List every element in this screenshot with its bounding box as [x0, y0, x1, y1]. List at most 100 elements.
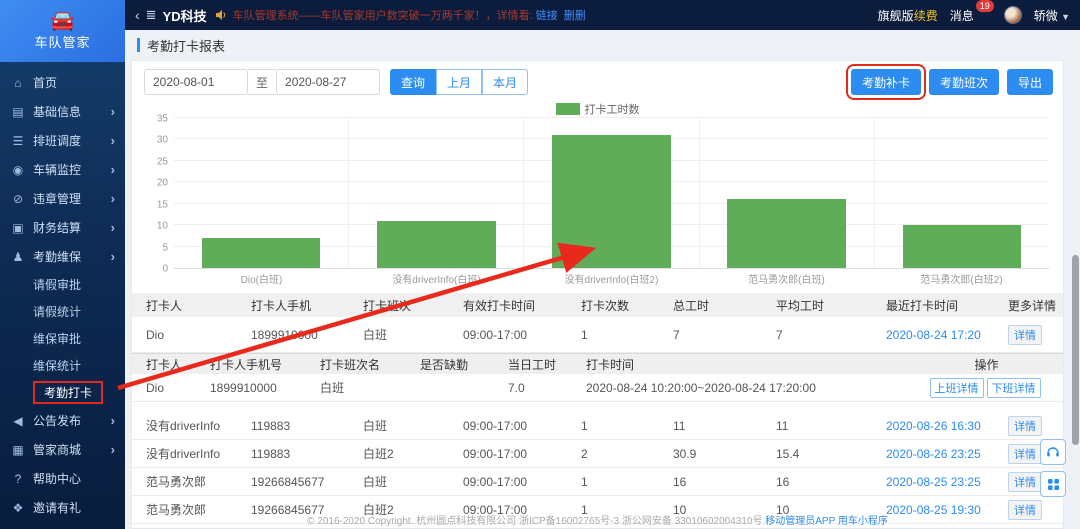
sidebar-item-考勤维保[interactable]: ♟考勤维保›	[0, 242, 125, 271]
app-logo[interactable]: 🚘 车队管家	[0, 0, 125, 62]
date-from-input[interactable]	[144, 69, 248, 95]
sidebar-item-财务结算[interactable]: ▣财务结算›	[0, 213, 125, 242]
cell-name: 没有driverInfo	[146, 417, 251, 434]
sidebar-item-label: 帮助中心	[33, 470, 115, 487]
sub-col-header: 打卡班次名	[320, 356, 420, 373]
chart-category-slot	[174, 119, 349, 268]
clock-out-detail-button[interactable]: 下班详情	[987, 378, 1041, 398]
announcement-extra-link[interactable]: 删删	[564, 10, 586, 22]
cell-last[interactable]: 2020-08-26 16:30	[886, 419, 1008, 433]
sidebar-item-基础信息[interactable]: ▤基础信息›	[0, 97, 125, 126]
customer-service-button[interactable]	[1040, 439, 1066, 465]
sub-cell-time: 2020-08-24 10:20:00~2020-08-24 17:20:00	[586, 381, 916, 395]
vertical-scrollbar[interactable]	[1071, 30, 1080, 529]
this-month-button[interactable]: 本月	[482, 69, 528, 95]
filter-toolbar: 至 查询 上月 本月 考勤补卡 考勤班次 导出	[132, 61, 1063, 101]
attendance-table: 打卡人打卡人手机打卡班次有效打卡时间打卡次数总工时平均工时最近打卡时间更多详情 …	[132, 293, 1063, 529]
sidebar-item-违章管理[interactable]: ⊘违章管理›	[0, 184, 125, 213]
sidebar-subitem-请假审批[interactable]: 请假审批	[0, 271, 125, 298]
sidebar-item-label: 首页	[33, 74, 115, 91]
date-to-input[interactable]	[276, 69, 380, 95]
sidebar-item-排班调度[interactable]: ☰排班调度›	[0, 126, 125, 155]
sub-cell-name: Dio	[146, 381, 210, 395]
cell-last[interactable]: 2020-08-25 19:30	[886, 503, 1008, 517]
cell-shift: 白班2	[363, 501, 463, 518]
detail-button[interactable]: 详情	[1008, 444, 1042, 464]
col-header: 打卡次数	[581, 297, 673, 314]
detail-button[interactable]: 详情	[1008, 325, 1042, 345]
bar-没有driverInfo(白班)[interactable]	[377, 221, 495, 268]
sidebar-subitem-考勤打卡[interactable]: 考勤打卡	[0, 379, 125, 406]
sidebar-item-车辆监控[interactable]: ◉车辆监控›	[0, 155, 125, 184]
renew-vip-link[interactable]: 旗舰版续费	[878, 7, 938, 24]
attendance-icon: ♟	[10, 250, 26, 264]
sidebar-item-首页[interactable]: ⌂首页	[0, 68, 125, 97]
footer-link-miniprogram[interactable]: 用车小程序	[838, 516, 888, 527]
cell-avg: 10	[776, 503, 886, 517]
finance-icon: ▣	[10, 221, 26, 235]
cell-total: 30.9	[673, 447, 776, 461]
cell-detail: 详情	[1008, 500, 1063, 520]
cell-avg: 7	[776, 328, 886, 342]
collapse-sidebar-icon[interactable]: ‹	[135, 7, 140, 23]
attendance-shift-button[interactable]: 考勤班次	[929, 69, 999, 95]
table-row: 没有driverInfo119883白班209:00-17:00230.915.…	[132, 440, 1063, 468]
col-header: 最近打卡时间	[886, 297, 1008, 314]
cell-valid_time: 09:00-17:00	[463, 503, 581, 517]
table-total-row: 合计74.9152020-08-26 23:25	[132, 524, 1063, 529]
scrollbar-thumb[interactable]	[1072, 255, 1079, 445]
sidebar-item-邀请有礼[interactable]: ❖邀请有礼	[0, 493, 125, 522]
sidebar-subitem-维保统计[interactable]: 维保统计	[0, 352, 125, 379]
sidebar-subitem-维保审批[interactable]: 维保审批	[0, 325, 125, 352]
cell-last[interactable]: 2020-08-24 17:20	[886, 328, 1008, 342]
menu-list-icon[interactable]: ≣	[146, 7, 157, 23]
cell-valid_time: 09:00-17:00	[463, 328, 581, 342]
car-logo-icon: 🚘	[50, 12, 75, 30]
col-header: 有效打卡时间	[463, 297, 581, 314]
cell-last[interactable]: 2020-08-25 23:25	[886, 475, 1008, 489]
top-navbar: ‹ ≣ YD科技 车队管理系统——车队管家用户数突破一万两千家！，详情看:链接 …	[125, 0, 1080, 30]
clock-in-detail-button[interactable]: 上班详情	[930, 378, 984, 398]
avatar[interactable]	[1004, 6, 1022, 24]
cell-count: 2	[581, 447, 673, 461]
messages-link[interactable]: 消息 19	[950, 7, 978, 24]
bar-Dio(白班)[interactable]	[202, 238, 320, 268]
sidebar-item-label: 考勤维保	[33, 248, 111, 265]
bar-范马勇次郎(白班2)[interactable]	[903, 225, 1021, 268]
chart-plot-area	[174, 119, 1049, 269]
sidebar-item-管家商城[interactable]: ▦管家商城›	[0, 435, 125, 464]
col-header: 打卡人	[146, 297, 251, 314]
footer-link-admin-app[interactable]: 移动管理员APP	[765, 516, 835, 527]
search-button[interactable]: 查询	[390, 69, 436, 95]
bar-范马勇次郎(白班)[interactable]	[727, 199, 845, 268]
sidebar-item-帮助中心[interactable]: ?帮助中心	[0, 464, 125, 493]
sidebar-subitem-请假统计[interactable]: 请假统计	[0, 298, 125, 325]
miniprogram-button[interactable]	[1040, 471, 1066, 497]
schedule-icon: ☰	[10, 134, 26, 148]
announcement-link[interactable]: 链接	[536, 10, 558, 22]
cell-count: 1	[581, 503, 673, 517]
prev-month-button[interactable]: 上月	[436, 69, 482, 95]
detail-button[interactable]: 详情	[1008, 416, 1042, 436]
attendance-makeup-button[interactable]: 考勤补卡	[851, 69, 921, 95]
export-button[interactable]: 导出	[1007, 69, 1053, 95]
table-row: 范马勇次郎19266845677白班209:00-17:00110102020-…	[132, 496, 1063, 524]
cell-last[interactable]: 2020-08-26 23:25	[886, 447, 1008, 461]
y-tick-label: 25	[157, 156, 168, 167]
sidebar-subitem-label: 维保统计	[33, 357, 81, 374]
sidebar-item-公告发布[interactable]: ◀公告发布›	[0, 406, 125, 435]
detail-button[interactable]: 详情	[1008, 472, 1042, 492]
detail-button[interactable]: 详情	[1008, 500, 1042, 520]
bar-没有driverInfo(白班2)[interactable]	[552, 135, 670, 268]
sub-cell-shift: 白班	[320, 379, 420, 396]
cell-valid_time: 09:00-17:00	[463, 419, 581, 433]
announcement-text: 车队管理系统——车队管家用户数突破一万两千家！，详情看:链接 删删	[233, 7, 586, 23]
sidebar-subitem-label: 请假审批	[33, 276, 81, 293]
user-menu[interactable]: 轿微 ▼	[1034, 7, 1070, 24]
company-name: YD科技	[163, 6, 207, 25]
chart-legend: 打卡工时数	[132, 101, 1063, 117]
y-tick-label: 15	[157, 199, 168, 210]
cell-count: 1	[581, 475, 673, 489]
sidebar-item-label: 车辆监控	[33, 161, 111, 178]
chart-category-slot	[349, 119, 524, 268]
